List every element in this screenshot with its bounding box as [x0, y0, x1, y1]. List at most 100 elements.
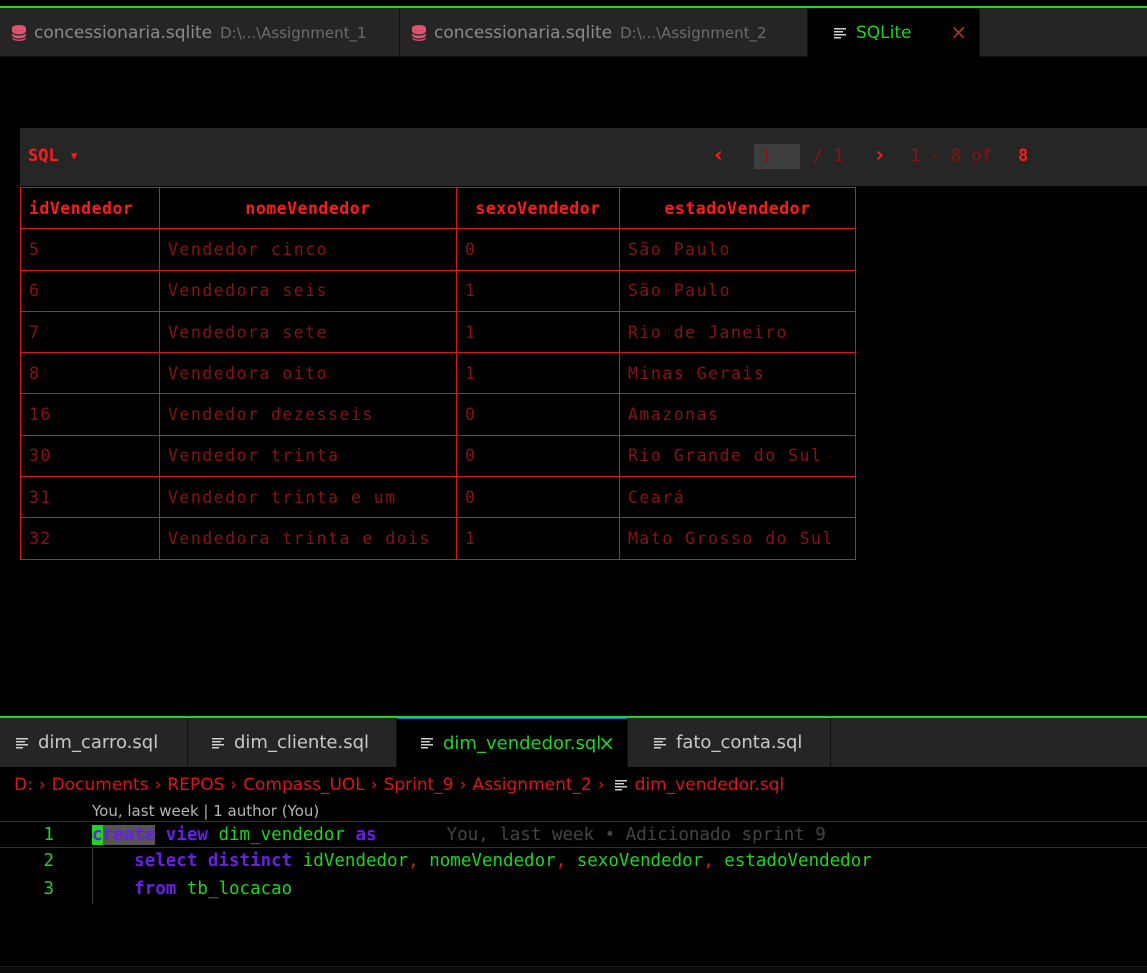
table-cell: 30	[20, 434, 160, 478]
table-cell: Rio Grande do Sul	[619, 434, 856, 478]
tab-dim-vendedor[interactable]: dim_vendedor.sql ×	[397, 718, 628, 767]
tab-sqlite[interactable]: SQLite ×	[808, 8, 980, 57]
table-cell: 0	[456, 393, 620, 436]
identifier: estadoVendedor	[724, 851, 872, 871]
chevron-right-icon: ›	[597, 775, 605, 795]
chevron-right-icon: ›	[370, 775, 378, 795]
table-cell: São Paulo	[619, 269, 856, 312]
breadcrumb-item[interactable]: Compass_UOL	[243, 775, 365, 795]
result-table: idVendedor nomeVendedor sexoVendedor est…	[20, 186, 856, 560]
table-cell: Vendedora trinta e dois	[159, 517, 457, 560]
table-cell: São Paulo	[619, 228, 856, 271]
file-lines-icon	[654, 737, 666, 748]
identifier: dim_vendedor	[218, 825, 345, 845]
file-lines-icon	[421, 738, 433, 749]
table-cell: Amazonas	[619, 393, 856, 436]
tab-concessionaria-assignment-2[interactable]: concessionaria.sqlite D:\...\Assignment_…	[400, 8, 808, 57]
breadcrumb-item[interactable]: D:	[14, 775, 33, 795]
table-cell: 32	[20, 517, 160, 560]
table-row: 30 Vendedor trinta 0 Rio Grande do Sul	[20, 434, 856, 478]
code-line[interactable]: 1 create view dim_vendedor as You, last w…	[0, 821, 1147, 848]
file-lines-icon	[614, 780, 627, 791]
table-cell: 0	[456, 476, 620, 519]
breadcrumb-item[interactable]: dim_vendedor.sql	[635, 775, 785, 795]
table-cell: Mato Grosso do Sul	[619, 517, 856, 560]
table-cell: Vendedor dezesseis	[159, 393, 457, 436]
table-cell: Vendedora oito	[159, 352, 457, 395]
bottom-tab-bar: dim_carro.sql dim_cliente.sql dim_vended…	[0, 718, 1147, 767]
close-icon[interactable]: ×	[598, 731, 615, 755]
tab-fato-conta[interactable]: fato_conta.sql	[628, 718, 831, 767]
table-cell: 1	[456, 269, 620, 312]
breadcrumb-item[interactable]: REPOS	[167, 775, 224, 795]
close-icon[interactable]: ×	[950, 20, 967, 44]
keyword: as	[355, 825, 377, 845]
tab-title: concessionaria.sqlite	[434, 22, 613, 43]
top-tab-bar: concessionaria.sqlite D:\...\Assignment_…	[0, 8, 1147, 57]
database-icon	[412, 24, 426, 41]
chevron-left-icon[interactable]: ‹	[712, 144, 725, 168]
tab-path: D:\...\Assignment_2	[620, 23, 767, 42]
tab-dim-carro[interactable]: dim_carro.sql	[0, 718, 188, 767]
breadcrumb-item[interactable]: Assignment_2	[472, 775, 591, 795]
table-cell: Vendedor trinta e um	[159, 476, 457, 519]
column-header[interactable]: idVendedor	[20, 186, 160, 230]
table-cell: 5	[20, 228, 160, 271]
tab-concessionaria-assignment-1[interactable]: concessionaria.sqlite D:\...\Assignment_…	[0, 8, 400, 57]
table-cell: 0	[456, 228, 620, 271]
tab-label: dim_vendedor.sql	[443, 732, 602, 754]
column-header[interactable]: nomeVendedor	[159, 186, 457, 230]
file-lines-icon	[16, 737, 28, 748]
table-cell: 6	[20, 269, 160, 312]
comma: ,	[703, 851, 714, 871]
database-icon	[12, 24, 26, 41]
table-row: 16 Vendedor dezesseis 0 Amazonas	[20, 393, 856, 436]
chevron-right-icon: ›	[38, 775, 46, 795]
identifier: sexoVendedor	[576, 851, 704, 871]
chevron-right-icon[interactable]: ›	[873, 144, 886, 168]
preview-lines-icon	[834, 27, 846, 38]
file-lines-icon	[212, 737, 224, 748]
page-total: / 1	[813, 146, 844, 166]
page-number-input[interactable]	[754, 144, 800, 169]
tab-label: dim_carro.sql	[38, 732, 159, 753]
column-header[interactable]: sexoVendedor	[456, 186, 620, 230]
tab-path: D:\...\Assignment_1	[220, 23, 367, 42]
tab-title: SQLite	[856, 22, 912, 43]
breadcrumb-item[interactable]: Sprint_9	[384, 775, 454, 795]
breadcrumb-item[interactable]: Documents	[52, 775, 149, 795]
breadcrumb: D: › Documents › REPOS › Compass_UOL › S…	[14, 773, 784, 797]
column-header[interactable]: estadoVendedor	[619, 186, 856, 230]
table-cell: Vendedora sete	[159, 310, 457, 354]
chevron-right-icon: ›	[154, 775, 162, 795]
table-cell: 1	[456, 517, 620, 560]
chevron-right-icon: ›	[230, 775, 238, 795]
code-text: select distinct idVendedor, nomeVendedor…	[92, 848, 872, 875]
identifier: idVendedor	[302, 851, 409, 871]
sql-menu-button[interactable]: SQL ▾	[28, 146, 79, 166]
table-cell: 16	[20, 393, 160, 436]
tab-dim-cliente[interactable]: dim_cliente.sql	[188, 718, 397, 767]
line-number: 3	[43, 879, 54, 899]
table-cell: 7	[20, 310, 160, 354]
keyword: view	[165, 825, 208, 845]
table-cell: Vendedor trinta	[159, 434, 457, 478]
table-cell: Minas Gerais	[619, 352, 856, 395]
comma: ,	[408, 851, 419, 871]
code-line[interactable]: 3 from tb_locacao	[0, 876, 1147, 903]
line-number: 1	[43, 825, 54, 845]
identifier: tb_locacao	[186, 879, 293, 899]
line-number: 2	[43, 851, 54, 871]
table-cell: 1	[456, 310, 620, 354]
codelens-blame[interactable]: You, last week | 1 author (You)	[92, 802, 319, 820]
table-row: 8 Vendedora oito 1 Minas Gerais	[20, 352, 856, 395]
table-cell: 0	[456, 434, 620, 478]
tab-title: concessionaria.sqlite	[34, 22, 213, 43]
table-row: 5 Vendedor cinco 0 São Paulo	[20, 228, 856, 271]
table-row: 6 Vendedora seis 1 São Paulo	[20, 269, 856, 312]
code-text: from tb_locacao	[92, 876, 292, 903]
tab-label: fato_conta.sql	[676, 732, 803, 753]
table-cell: Vendedor cinco	[159, 228, 457, 271]
code-line[interactable]: 2 select distinct idVendedor, nomeVended…	[0, 848, 1147, 875]
result-toolbar: SQL ▾ ‹ / 1 › 1 - 8 of 8	[20, 128, 1147, 186]
